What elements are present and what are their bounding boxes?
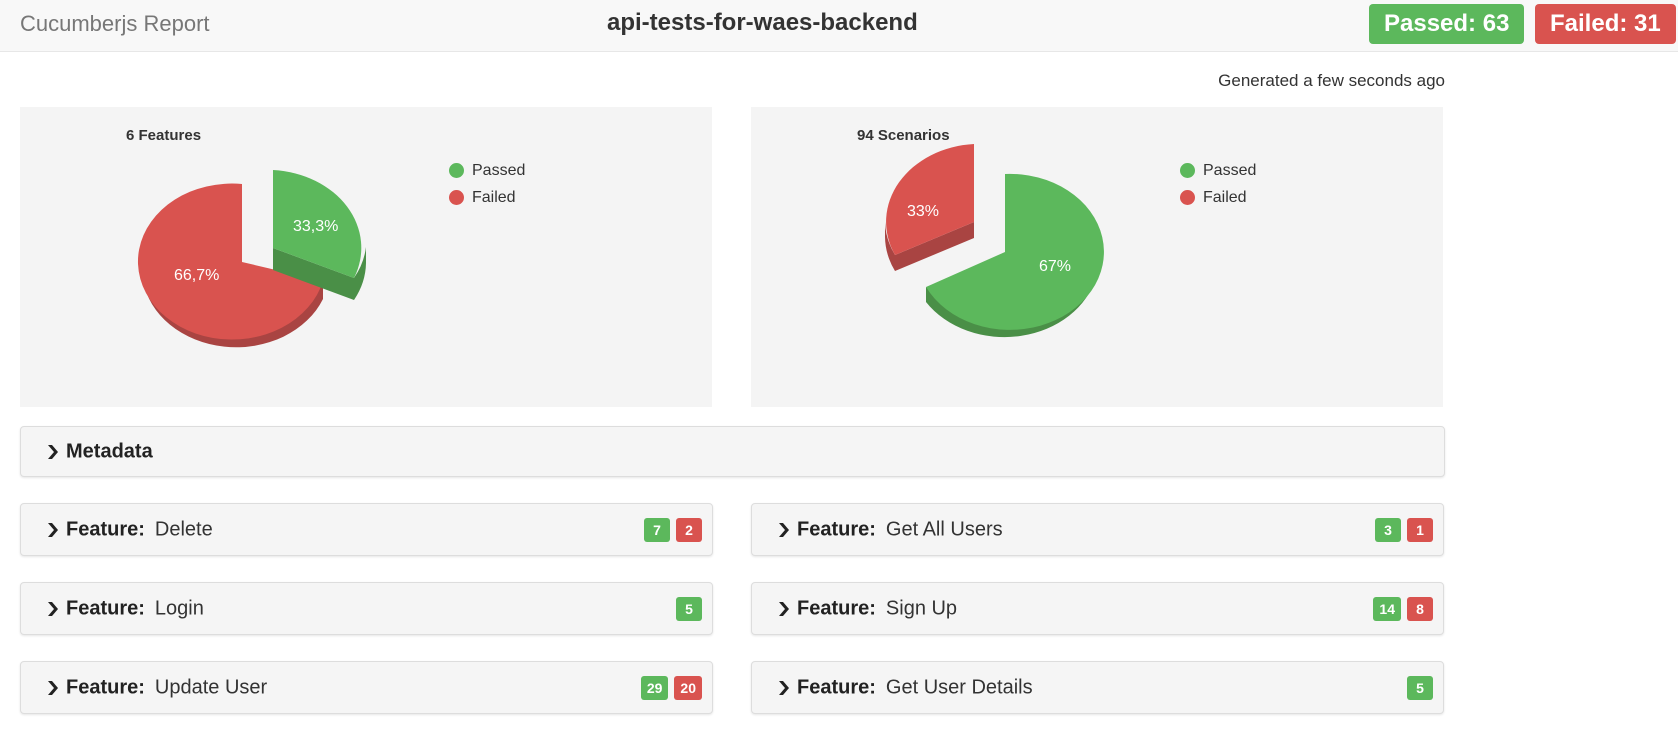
failed-legend-dot <box>1180 190 1195 205</box>
chevron-right-icon <box>779 680 789 695</box>
metadata-panel[interactable]: Metadata <box>20 426 1445 477</box>
feature-keyword: Feature: <box>797 676 876 698</box>
feature-badges: 29 20 <box>640 676 702 700</box>
chevron-right-icon <box>779 522 789 537</box>
feature-panel-sign-up[interactable]: Feature: Sign Up 14 8 <box>751 582 1444 635</box>
feature-heading: Feature: Get All Users <box>797 518 1003 541</box>
scenarios-failed-label: 33% <box>907 203 939 220</box>
feature-badges: 5 <box>1407 676 1433 700</box>
failed-total-badge: Failed: 31 <box>1535 4 1676 44</box>
passed-count-badge: 14 <box>1373 597 1401 621</box>
passed-count-badge: 29 <box>640 676 669 700</box>
feature-keyword: Feature: <box>797 597 876 619</box>
scenarios-legend: Passed Failed <box>1180 157 1256 211</box>
feature-keyword: Feature: <box>66 518 145 540</box>
feature-heading: Feature: Sign Up <box>797 597 957 620</box>
legend-failed-label: Failed <box>472 188 516 206</box>
navbar: Cucumberjs Report api-tests-for-waes-bac… <box>0 0 1678 52</box>
features-failed-label: 66,7% <box>174 267 219 284</box>
chevron-right-icon <box>48 680 58 695</box>
legend-item-failed[interactable]: Failed <box>1180 184 1256 211</box>
scenarios-pie-chart: 33% 67% <box>885 144 1104 338</box>
feature-panel-update-user[interactable]: Feature: Update User 29 20 <box>20 661 713 714</box>
scenarios-passed-label: 67% <box>1039 258 1071 275</box>
feature-keyword: Feature: <box>66 676 145 698</box>
feature-name: Login <box>154 597 204 619</box>
chevron-right-icon <box>48 601 58 616</box>
brand-title[interactable]: Cucumberjs Report <box>20 11 210 37</box>
feature-heading: Feature: Get User Details <box>797 676 1033 699</box>
passed-legend-dot <box>1180 163 1195 178</box>
passed-count-badge: 5 <box>676 597 702 621</box>
feature-badges: 3 1 <box>1375 518 1433 542</box>
feature-keyword: Feature: <box>66 597 145 619</box>
feature-name: Delete <box>154 518 213 540</box>
feature-name: Get All Users <box>885 518 1003 540</box>
features-passed-label: 33,3% <box>293 218 338 235</box>
legend-item-passed[interactable]: Passed <box>449 157 525 184</box>
feature-name: Update User <box>154 676 268 698</box>
generated-timestamp: Generated a few seconds ago <box>1218 71 1445 90</box>
feature-heading: Feature: Update User <box>66 676 267 699</box>
features-pie-chart: 66,7% 33,3% <box>137 170 366 348</box>
failed-count-badge: 8 <box>1407 597 1433 621</box>
passed-count-badge: 3 <box>1375 518 1401 542</box>
legend-passed-label: Passed <box>1203 161 1257 179</box>
metadata-label: Metadata <box>66 440 153 462</box>
feature-keyword: Feature: <box>797 518 876 540</box>
feature-heading: Feature: Delete <box>66 518 213 541</box>
chevron-right-icon <box>48 444 58 459</box>
failed-count-badge: 2 <box>676 518 702 542</box>
legend-failed-label: Failed <box>1203 188 1247 206</box>
legend-item-failed[interactable]: Failed <box>449 184 525 211</box>
feature-badges: 5 <box>676 597 702 621</box>
feature-name: Sign Up <box>885 597 958 619</box>
features-legend: Passed Failed <box>449 157 525 211</box>
feature-badges: 7 2 <box>644 518 702 542</box>
scenarios-chart-panel: 94 Scenarios 33% 67% Passed Failed <box>751 107 1443 407</box>
passed-legend-dot <box>449 163 464 178</box>
failed-count-badge: 1 <box>1407 518 1433 542</box>
chevron-right-icon <box>779 601 789 616</box>
failed-legend-dot <box>449 190 464 205</box>
feature-panel-login[interactable]: Feature: Login 5 <box>20 582 713 635</box>
project-title: api-tests-for-waes-backend <box>607 9 918 36</box>
chevron-right-icon <box>48 522 58 537</box>
feature-name: Get User Details <box>885 676 1033 698</box>
feature-badges: 14 8 <box>1373 597 1433 621</box>
passed-total-badge: Passed: 63 <box>1369 4 1525 44</box>
feature-panel-get-user-details[interactable]: Feature: Get User Details 5 <box>751 661 1444 714</box>
features-chart-panel: 6 Features 66,7% 33,3% Passed Failed <box>20 107 712 407</box>
feature-heading: Feature: Login <box>66 597 204 620</box>
passed-count-badge: 5 <box>1407 676 1433 700</box>
feature-panel-get-all-users[interactable]: Feature: Get All Users 3 1 <box>751 503 1444 556</box>
legend-item-passed[interactable]: Passed <box>1180 157 1256 184</box>
failed-count-badge: 20 <box>674 676 702 700</box>
feature-panel-delete[interactable]: Feature: Delete 7 2 <box>20 503 713 556</box>
legend-passed-label: Passed <box>472 161 526 179</box>
passed-count-badge: 7 <box>644 518 670 542</box>
